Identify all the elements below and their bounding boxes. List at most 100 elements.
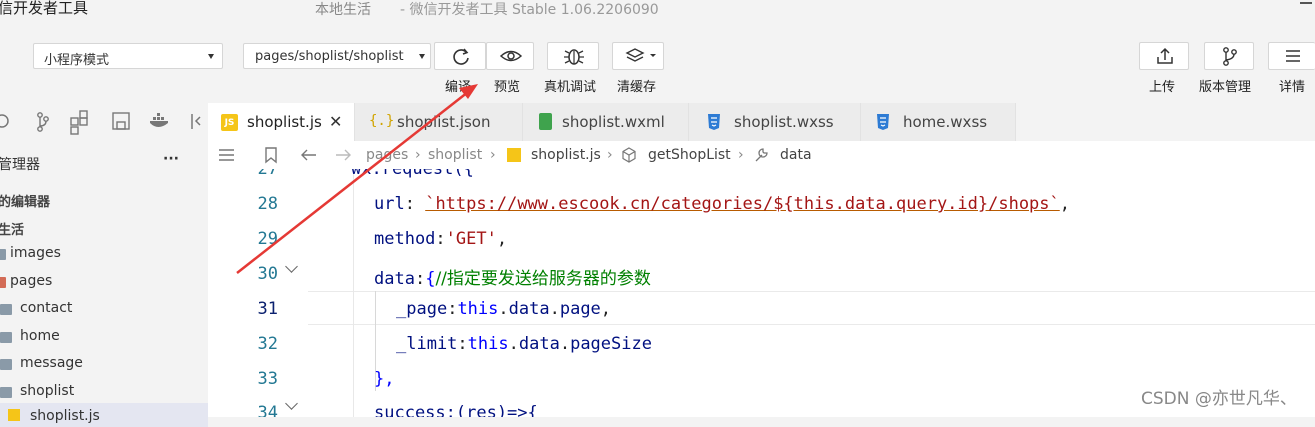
clear-cache-button[interactable] (612, 42, 664, 70)
sidebar: 管理器 ··· 的编辑器 生活 images pages contact hom… (0, 103, 209, 427)
tab-shoplist-js[interactable]: JS shoplist.js ✕ (208, 103, 355, 141)
folder-icon (0, 359, 12, 370)
code-line[interactable]: method:'GET', (374, 229, 507, 249)
js-file-icon: JS (221, 114, 238, 131)
forward-arrow-icon[interactable] (336, 149, 351, 161)
sidebar-item-home[interactable]: home (0, 326, 208, 350)
folder-icon (0, 332, 12, 343)
sidebar-item-label: shoplist (20, 383, 75, 399)
search-icon[interactable] (0, 114, 9, 128)
fold-chevron-icon[interactable] (285, 397, 298, 410)
line-number: 29 (257, 229, 278, 249)
tab-shoplist-json[interactable]: {.} shoplist.json (355, 103, 523, 141)
code-editor[interactable]: 27 wx.request({ 28 url: `https://www.esc… (208, 169, 1315, 417)
code-key-page: _page (396, 299, 448, 319)
wxml-file-icon (539, 113, 552, 130)
project-header[interactable]: 生活 (0, 219, 24, 238)
close-icon[interactable]: ✕ (329, 112, 342, 131)
breadcrumb-item[interactable]: shoplist.js (531, 147, 601, 163)
code-line-text: }, (374, 369, 395, 389)
code-line[interactable]: _page:this.data.page, (396, 299, 611, 319)
code-key-limit: _limit (396, 334, 458, 354)
code-key-data: data (374, 269, 415, 289)
editor-tab-bar: JS shoplist.js ✕ {.} shoplist.json shopl… (208, 103, 1315, 141)
tab-home-wxss[interactable]: home.wxss (861, 103, 1016, 141)
more-actions-icon[interactable]: ··· (163, 151, 179, 167)
window-title: 本地生活 (315, 2, 371, 18)
line-number: 27 (257, 169, 278, 179)
git-icon[interactable] (37, 112, 49, 132)
docker-icon[interactable] (150, 113, 168, 127)
css-file-icon (877, 114, 889, 130)
list-icon[interactable] (219, 149, 234, 161)
bug-icon (564, 49, 584, 65)
extensions-icon[interactable] (70, 110, 88, 135)
sidebar-item-label: pages (10, 273, 53, 289)
menu-icon (1286, 50, 1300, 62)
code-line[interactable]: success:(res)=>{ (374, 403, 538, 417)
refresh-icon (453, 48, 469, 65)
code-line[interactable]: _limit:this.data.pageSize (396, 334, 652, 354)
code-line[interactable]: wx.request({ (351, 169, 474, 179)
sidebar-item-label: contact (20, 300, 73, 316)
chevron-down-icon (208, 54, 214, 59)
back-arrow-icon[interactable] (301, 149, 316, 161)
code-line[interactable]: url: `https://www.escook.cn/categories/$… (374, 194, 1070, 214)
sidebar-item-shoplist[interactable]: shoplist (0, 381, 208, 405)
sidebar-item-contact[interactable]: contact (0, 298, 208, 322)
sidebar-item-shoplist-js[interactable]: shoplist.js (0, 403, 208, 427)
eye-icon (499, 50, 523, 62)
chevron-down-icon (419, 54, 425, 59)
breadcrumb-nav-icons (219, 147, 351, 164)
wrench-icon (755, 148, 768, 162)
fold-chevron-icon[interactable] (285, 260, 298, 273)
sidebar-item-message[interactable]: message (0, 353, 208, 377)
code-line-text: wx.request({ (351, 169, 474, 179)
folder-icon (0, 249, 6, 260)
tab-shoplist-wxss[interactable]: shoplist.wxss (689, 103, 861, 141)
tab-label: shoplist.json (397, 113, 491, 131)
tab-label: home.wxss (903, 113, 988, 131)
tab-label: shoplist.wxss (734, 113, 834, 131)
version-label: 版本管理 (1199, 80, 1252, 95)
version-control-button[interactable] (1204, 42, 1254, 70)
sidebar-item-images[interactable]: images (0, 243, 208, 267)
sidebar-item-pages[interactable]: pages (0, 271, 208, 295)
code-line[interactable]: }, (374, 369, 394, 389)
indent-guide (353, 169, 354, 417)
breadcrumb: pages › shoplist › shoplist.js › getShop… (208, 141, 1315, 170)
bookmark-icon[interactable] (265, 147, 277, 164)
upload-icon (1157, 47, 1173, 64)
code-line[interactable]: data:{//指定要发送给服务器的参数 (374, 264, 651, 289)
code-ident: data (508, 299, 550, 319)
real-device-debug-button[interactable] (547, 42, 599, 70)
minimize-icon[interactable] (1300, 2, 1312, 4)
breadcrumb-item[interactable]: pages (366, 147, 408, 163)
details-label: 详情 (1279, 80, 1306, 95)
details-button[interactable] (1268, 42, 1315, 70)
code-ident: data (518, 334, 560, 354)
compile-label: 编译 (445, 80, 472, 95)
page-select[interactable]: pages/shoplist/shoplist (243, 43, 431, 69)
storage-icon[interactable] (112, 112, 130, 130)
mode-select-label: 小程序模式 (44, 53, 110, 68)
code-brace: { (425, 269, 436, 289)
code-ident: pageSize (570, 334, 652, 354)
breadcrumb-separator: › (415, 147, 421, 163)
preview-button[interactable] (486, 42, 534, 70)
outline-icon[interactable] (191, 114, 201, 129)
js-file-icon (8, 409, 20, 421)
compile-button[interactable] (434, 42, 486, 70)
mode-select[interactable]: 小程序模式 (33, 43, 223, 69)
tab-shoplist-wxml[interactable]: shoplist.wxml (523, 103, 689, 141)
breadcrumb-item[interactable]: getShopList (648, 147, 731, 163)
sidebar-item-label: images (10, 245, 61, 261)
open-editors-header[interactable]: 的编辑器 (0, 191, 50, 210)
breadcrumb-item[interactable]: shoplist (428, 147, 482, 163)
code-this: this (457, 299, 499, 319)
cache-label: 清缓存 (617, 80, 657, 95)
sidebar-item-label: home (20, 328, 60, 344)
line-number: 34 (257, 403, 278, 417)
upload-button[interactable] (1139, 42, 1189, 70)
breadcrumb-item[interactable]: data (780, 147, 812, 163)
